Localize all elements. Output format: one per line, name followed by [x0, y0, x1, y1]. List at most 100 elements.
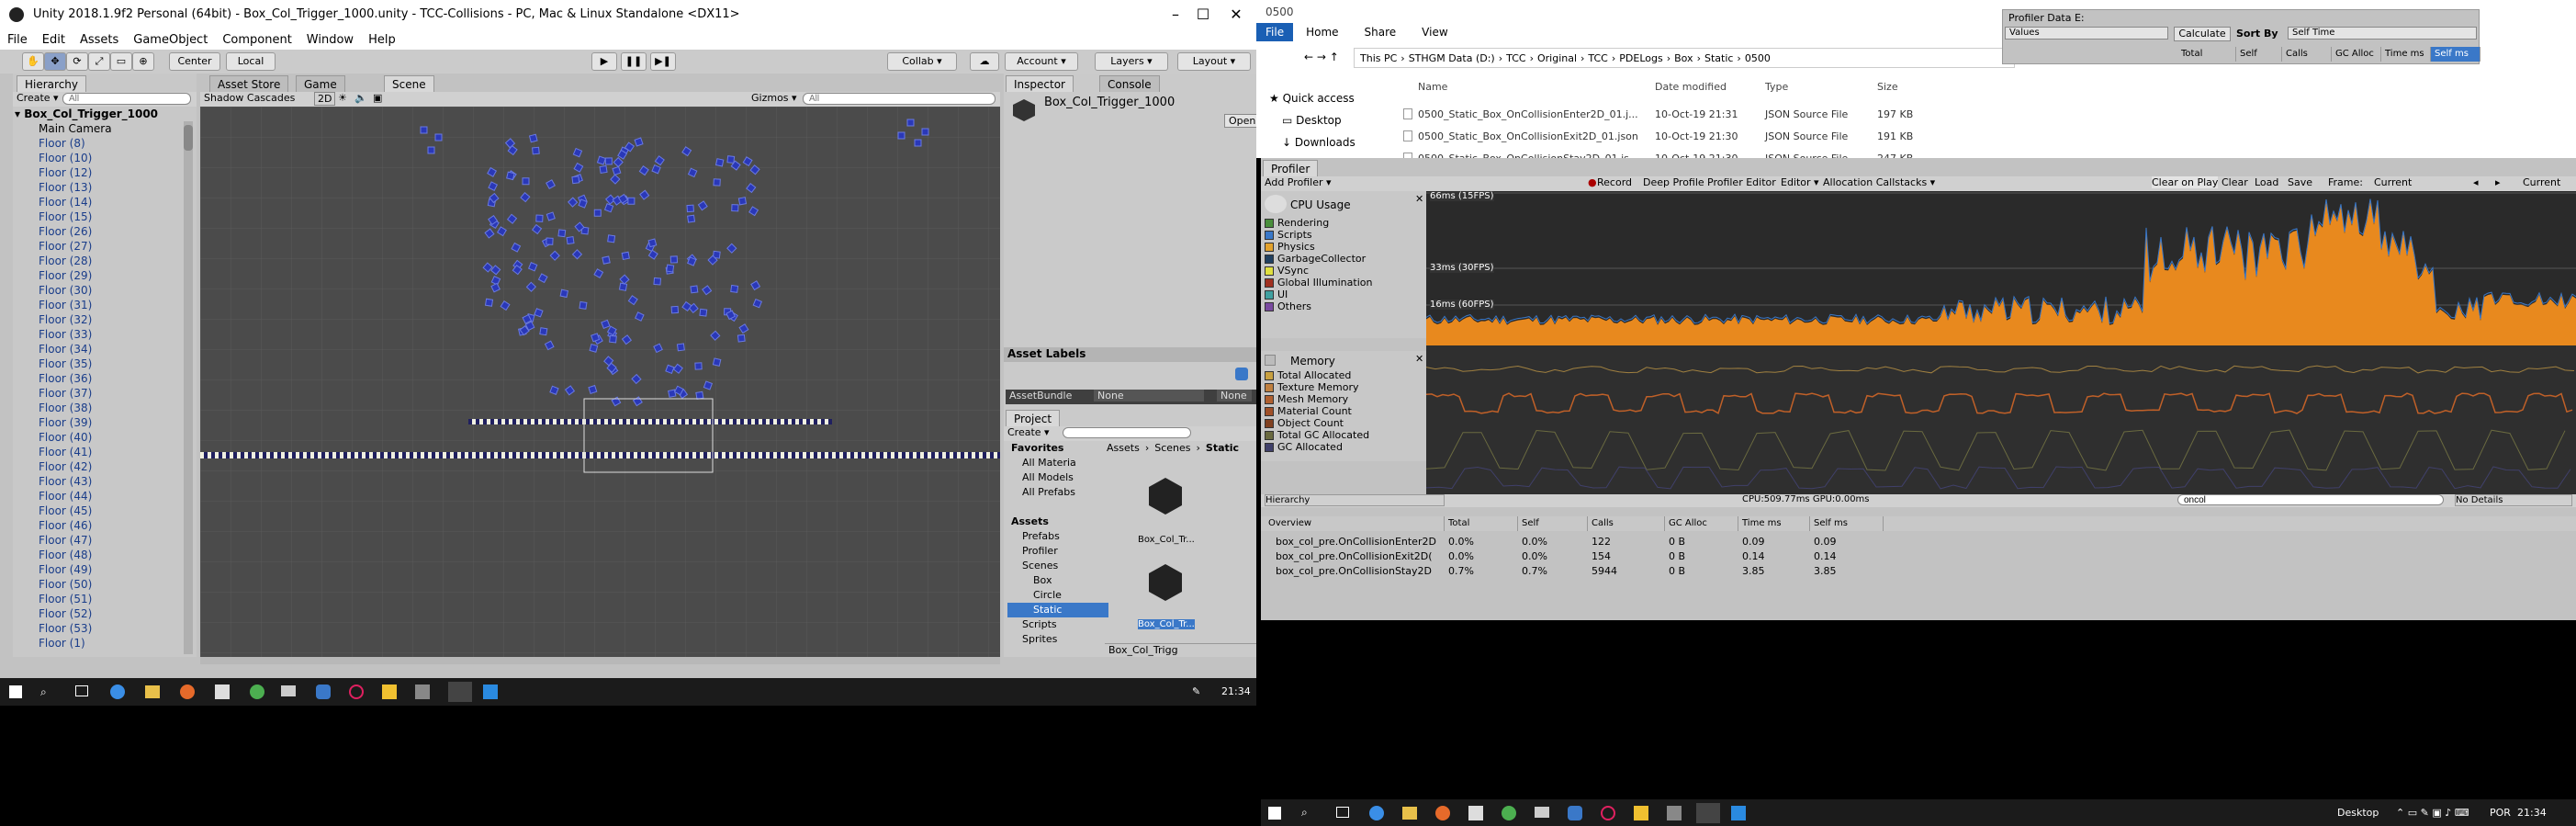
chrome-icon[interactable] — [250, 685, 264, 699]
ribbon-share[interactable]: Share — [1352, 26, 1410, 39]
hand-tool-button[interactable]: ✋ — [22, 52, 44, 71]
vscode-icon[interactable] — [1731, 806, 1746, 820]
firefox-icon[interactable] — [180, 685, 195, 699]
lighting-icon[interactable]: ☀ — [338, 92, 347, 104]
path-segment[interactable]: This PC — [1360, 52, 1397, 64]
path-segment[interactable]: 0500 — [1745, 52, 1771, 64]
tab-project[interactable]: Project — [1006, 410, 1061, 426]
profiler-column-header[interactable]: Self ms — [1810, 516, 1884, 531]
scene-viewport[interactable] — [200, 107, 1000, 657]
pde-header-cell[interactable]: Calls — [2282, 47, 2332, 62]
path-segment[interactable]: Box — [1674, 52, 1693, 64]
hierarchy-item[interactable]: Floor (12) — [39, 165, 187, 180]
unity-taskbar-icon[interactable] — [448, 682, 472, 702]
hierarchy-create-button[interactable]: Create ▾ — [17, 92, 59, 104]
input-language[interactable]: POR — [2490, 807, 2511, 819]
audio-icon[interactable]: 🔈 — [354, 92, 367, 104]
edge-icon[interactable] — [1369, 806, 1384, 820]
col-size-header[interactable]: Size — [1877, 81, 1898, 93]
rect-tool-button[interactable]: ▭ — [110, 52, 132, 71]
editor-target-dropdown[interactable]: Editor ▾ — [1781, 176, 1819, 188]
next-frame-button[interactable]: ▸ — [2495, 176, 2501, 188]
file-row[interactable]: 0500_Static_Box_OnCollisionExit2D_01.jso… — [1403, 127, 1969, 149]
shading-mode-dropdown[interactable]: Shadow Cascades — [204, 92, 295, 104]
hierarchy-item[interactable]: Main Camera — [39, 121, 187, 136]
cpu-legend-item[interactable]: Others — [1265, 300, 1424, 312]
hierarchy-item[interactable]: Floor (14) — [39, 195, 187, 209]
details-dropdown[interactable]: No Details — [2455, 494, 2572, 506]
project-search-input[interactable] — [1063, 427, 1191, 438]
project-tree-item[interactable]: Sprites — [1007, 632, 1108, 647]
hierarchy-item[interactable]: Floor (1) — [39, 636, 187, 651]
search-icon[interactable]: ⌕ — [40, 685, 47, 699]
layout-dropdown[interactable]: Layout ▾ — [1177, 52, 1251, 71]
hierarchy-item[interactable]: Floor (37) — [39, 386, 187, 401]
cpu-legend-item[interactable]: UI — [1265, 289, 1424, 300]
project-tree-item[interactable]: Box — [1007, 573, 1108, 588]
cpu-legend-item[interactable]: Physics — [1265, 241, 1424, 253]
scene-asset-icon[interactable] — [1149, 564, 1182, 601]
cpu-legend-item[interactable]: Rendering — [1265, 217, 1424, 229]
hierarchy-item[interactable]: Floor (10) — [39, 151, 187, 165]
allocation-callstacks-dropdown[interactable]: Allocation Callstacks ▾ — [1823, 176, 1935, 188]
memory-legend-item[interactable]: Total GC Allocated — [1265, 429, 1424, 441]
close-cpu-module-icon[interactable]: ✕ — [1415, 193, 1423, 205]
transform-tool-button[interactable]: ⊕ — [132, 52, 154, 71]
project-tree-item[interactable]: Scenes — [1007, 559, 1108, 573]
deep-profile-button[interactable]: Deep Profile — [1643, 176, 1704, 188]
hierarchy-item[interactable]: Floor (29) — [39, 268, 187, 283]
memory-legend-item[interactable]: GC Allocated — [1265, 441, 1424, 453]
scene-asset-icon[interactable] — [1149, 478, 1182, 515]
file-row[interactable]: 0500_Static_Box_OnCollisionEnter2D_01.j.… — [1403, 105, 1969, 127]
menu-component[interactable]: Component — [222, 33, 291, 47]
profiler-column-header[interactable]: Calls — [1588, 516, 1665, 531]
hierarchy-item[interactable]: Floor (32) — [39, 312, 187, 327]
unity-taskbar-icon[interactable] — [1696, 803, 1720, 823]
pivot-local-button[interactable]: Local — [226, 52, 276, 71]
cpu-legend-item[interactable]: Global Illumination — [1265, 277, 1424, 289]
tab-asset-store[interactable]: Asset Store — [209, 75, 289, 92]
project-create-button[interactable]: Create ▾ — [1007, 426, 1050, 438]
hierarchy-item[interactable]: Floor (46) — [39, 518, 187, 533]
project-tree-item[interactable]: Favorites — [1007, 441, 1108, 456]
col-date-header[interactable]: Date modified — [1655, 81, 1727, 93]
windows-start-icon[interactable] — [9, 685, 22, 698]
path-segment[interactable]: TCC — [1506, 52, 1525, 64]
project-tree-item[interactable] — [1007, 500, 1108, 515]
hierarchy-item[interactable]: Floor (41) — [39, 445, 187, 459]
tab-console[interactable]: Console — [1099, 75, 1160, 92]
menu-edit[interactable]: Edit — [42, 33, 65, 47]
record-button[interactable]: Record — [1597, 176, 1632, 188]
breadcrumb-assets[interactable]: Assets — [1107, 442, 1140, 454]
project-tree-item[interactable]: All Prefabs — [1007, 485, 1108, 500]
view-mode-dropdown[interactable]: Hierarchy — [1265, 494, 1445, 506]
pde-header-cell[interactable]: Total — [2177, 47, 2236, 62]
task-view-icon[interactable] — [75, 685, 88, 696]
effects-icon[interactable]: ▣ — [373, 92, 382, 104]
step-button[interactable]: ▶❚ — [650, 52, 676, 71]
hierarchy-item[interactable]: Floor (53) — [39, 621, 187, 636]
pde-sort-dropdown[interactable]: Self Time — [2288, 27, 2477, 40]
tray-icons[interactable]: ⌃ ▭ ✎ ▣ ♪ ⌨ — [2396, 807, 2469, 819]
scene-asset-label-2[interactable]: Box_Col_Tr... — [1138, 619, 1195, 629]
hierarchy-item[interactable]: Floor (35) — [39, 356, 187, 371]
menu-help[interactable]: Help — [368, 33, 396, 47]
back-forward-icon[interactable]: ← → ↑ — [1304, 51, 1339, 63]
edge-icon[interactable] — [110, 685, 125, 699]
scene-asset-label-1[interactable]: Box_Col_Tr... — [1138, 535, 1195, 545]
move-tool-button[interactable]: ✥ — [44, 52, 66, 71]
clear-on-play-toggle[interactable]: Clear on Play — [2152, 176, 2219, 188]
project-tree-item[interactable]: Static — [1007, 603, 1108, 617]
windows-start-icon[interactable] — [1268, 807, 1281, 820]
app-icon[interactable] — [1667, 806, 1682, 820]
hierarchy-scrollbar-thumb[interactable] — [184, 125, 193, 151]
current-frame-button[interactable]: Current — [2523, 176, 2560, 188]
menu-gameobject[interactable]: GameObject — [133, 33, 208, 47]
col-type-header[interactable]: Type — [1765, 81, 1788, 93]
hierarchy-item[interactable]: Floor (27) — [39, 239, 187, 254]
rotate-tool-button[interactable]: ⟳ — [66, 52, 88, 71]
hierarchy-scrollbar[interactable] — [184, 121, 193, 654]
profiler-column-header[interactable]: Overview — [1265, 516, 1445, 531]
ribbon-file[interactable]: File — [1256, 23, 1294, 41]
assetbundle-variant-dropdown[interactable]: None — [1217, 390, 1252, 402]
